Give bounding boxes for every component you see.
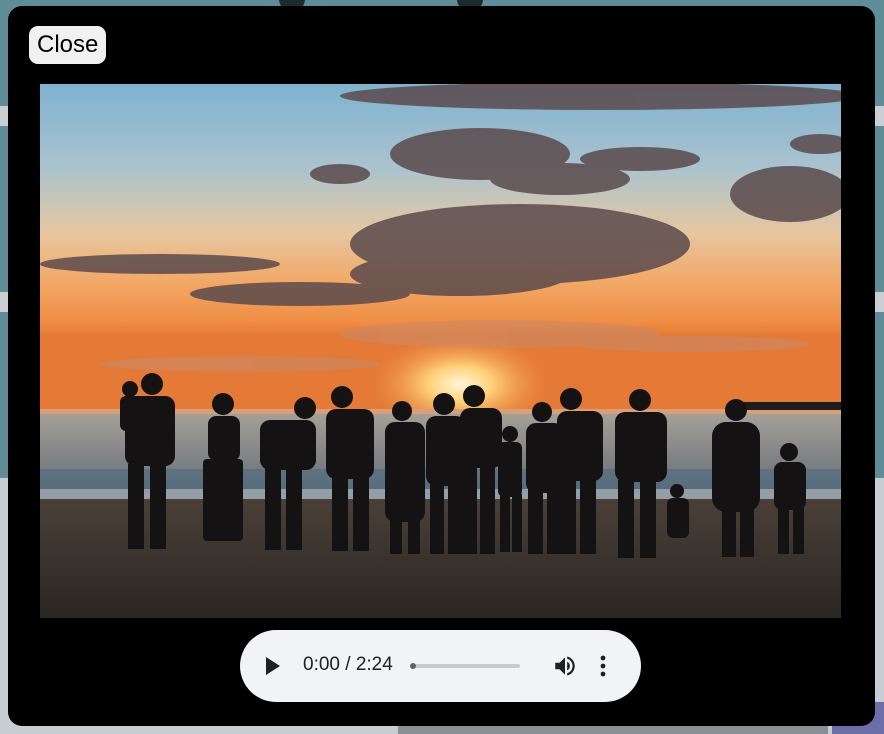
close-button[interactable]: Close: [29, 26, 107, 64]
family-sunset-beach-photo: [40, 84, 841, 618]
play-icon[interactable]: [266, 657, 280, 675]
seek-thumb[interactable]: [410, 663, 416, 669]
time-display: 0:00 / 2:24: [303, 654, 393, 675]
volume-icon[interactable]: [552, 653, 578, 679]
more-options-icon[interactable]: [595, 653, 611, 679]
audio-player: 0:00 / 2:24: [240, 630, 641, 702]
media-lightbox-modal: Close 0:00 / 2:24: [8, 6, 875, 726]
seek-slider[interactable]: [410, 663, 520, 669]
